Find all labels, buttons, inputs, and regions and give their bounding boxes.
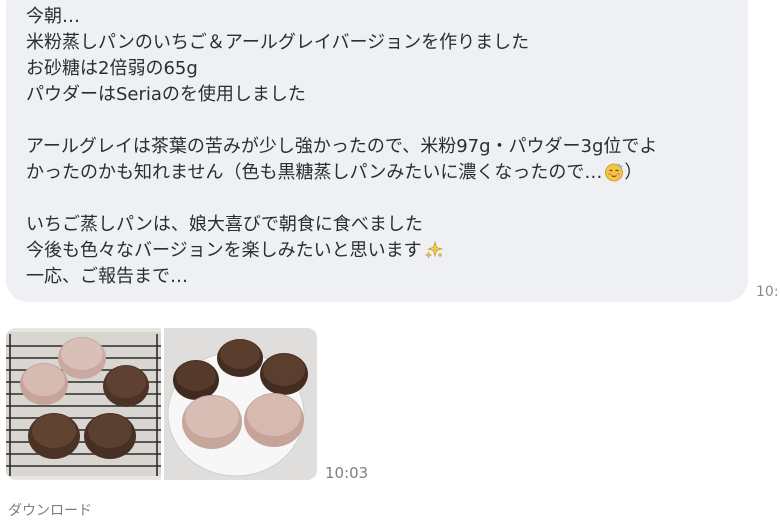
message-line — [26, 186, 728, 212]
photo-muffins-on-rack[interactable] — [6, 328, 161, 480]
message-line: 一応、ご報告まで… — [26, 266, 188, 287]
message-line-with-emoji: 今後も色々なバージョンを楽しみたいと思います — [26, 238, 728, 264]
photo-image — [6, 328, 161, 480]
message-line-with-emoji: かったのかも知れません（色も黒糖蒸しパンみたいに濃くなったので… ） — [26, 160, 728, 186]
message-line: パウダーはSeriaのを使用しました — [26, 84, 306, 105]
message-line-text: かったのかも知れません（色も黒糖蒸しパンみたいに濃くなったので… — [26, 162, 603, 183]
message-line-text: 今後も色々なバージョンを楽しみたいと思います — [26, 240, 422, 261]
message-line: お砂糖は2倍弱の65g — [26, 58, 198, 79]
sparkles-emoji-icon — [424, 240, 443, 259]
message-line: 今朝… — [26, 6, 80, 27]
message-line: いちご蒸しパンは、娘大喜びで朝食に食べました — [26, 214, 423, 235]
embarrassed-face-emoji-icon — [605, 163, 624, 182]
photo-timestamp: 10:03 — [325, 464, 369, 482]
message-line: 米粉蒸しパンのいちご＆アールグレイバージョンを作りました — [26, 32, 530, 53]
message-line — [26, 108, 728, 134]
message-line: アールグレイは茶葉の苦みが少し強かったので、米粉97g・パウダー3g位でよ — [26, 136, 658, 157]
photo-muffins-on-plate[interactable] — [164, 328, 317, 480]
download-link[interactable]: ダウンロード — [8, 500, 92, 520]
message-timestamp: 10: — [756, 284, 779, 300]
photo-image — [164, 328, 317, 480]
message-bubble: 今朝… 米粉蒸しパンのいちご＆アールグレイバージョンを作りました お砂糖は2倍弱… — [6, 0, 748, 302]
message-line-suffix: ） — [624, 162, 643, 183]
